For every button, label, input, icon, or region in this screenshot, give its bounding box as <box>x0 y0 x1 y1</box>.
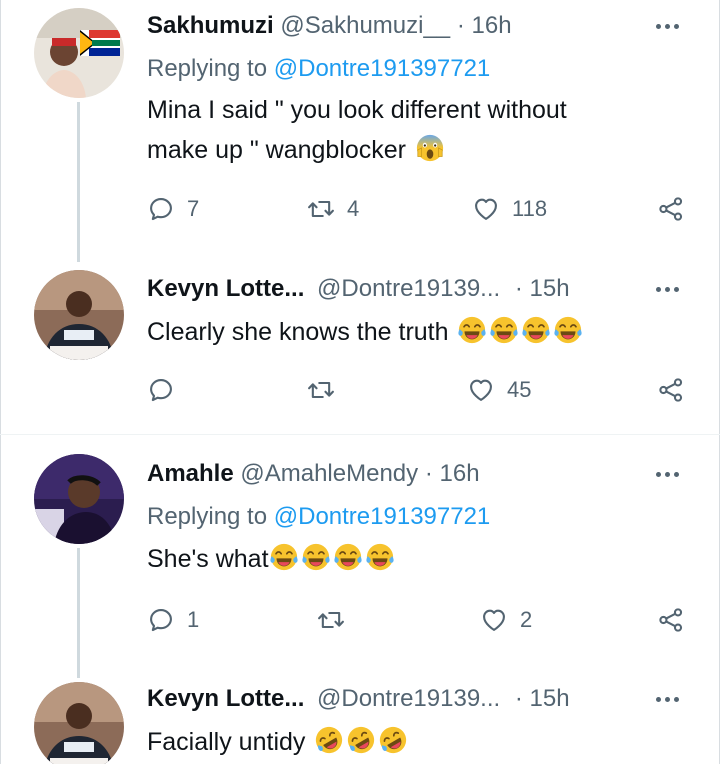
tweet-header: Sakhumuzi @Sakhumuzi__ · 16h <box>147 11 512 41</box>
timestamp[interactable]: 15h <box>530 275 570 302</box>
like-count: 2 <box>520 607 533 632</box>
share-button[interactable] <box>657 603 685 637</box>
display-name[interactable]: Amahle <box>147 460 234 487</box>
reply-icon <box>147 606 175 634</box>
mention-link[interactable]: @Dontre191397721 <box>274 55 491 82</box>
rolling-on-floor-laughing-emoji-icon <box>314 725 344 755</box>
like-button[interactable]: 2 <box>480 603 532 637</box>
separator: · <box>424 460 433 487</box>
retweet-button[interactable]: 4 <box>307 192 359 226</box>
tweet-sakhumuzi[interactable]: Sakhumuzi @Sakhumuzi__ · 16h Replying to… <box>0 0 720 262</box>
share-icon <box>657 606 685 634</box>
reply-button[interactable] <box>147 373 187 407</box>
timestamp[interactable]: 16h <box>440 460 480 487</box>
share-button[interactable] <box>657 192 685 226</box>
reply-count: 7 <box>187 196 200 221</box>
reply-icon <box>147 376 175 404</box>
timestamp[interactable]: 15h <box>530 685 570 712</box>
avatar[interactable] <box>34 270 124 360</box>
action-bar: 7 4 118 <box>147 192 692 226</box>
avatar[interactable] <box>34 8 124 98</box>
rolling-on-floor-laughing-emoji-icon <box>346 725 376 755</box>
retweet-icon <box>317 606 345 634</box>
tweet-text-line: Clearly she knows the truth <box>147 318 449 346</box>
handle[interactable]: @AmahleMendy <box>240 460 418 487</box>
action-bar: 45 <box>147 373 692 407</box>
reply-button[interactable]: 7 <box>147 192 199 226</box>
separator: · <box>456 12 465 39</box>
separator: · <box>514 275 523 302</box>
tears-of-joy-emoji-icon <box>365 542 395 572</box>
reply-icon <box>147 195 175 223</box>
tears-of-joy-emoji-icon <box>489 315 519 345</box>
tears-of-joy-emoji-icon <box>269 542 299 572</box>
replying-label: Replying to <box>147 55 268 82</box>
retweet-icon <box>307 376 335 404</box>
tweet-kevyn-reply-2[interactable]: Kevyn Lotte... @Dontre19139... · 15h Fac… <box>0 674 720 764</box>
thread-line <box>77 102 80 262</box>
face-screaming-in-fear-emoji-icon <box>415 133 445 163</box>
handle[interactable]: @Dontre19139... <box>317 685 500 712</box>
more-icon[interactable] <box>656 12 686 42</box>
tears-of-joy-emoji-icon <box>301 542 331 572</box>
tweet-header: Kevyn Lotte... @Dontre19139... · 15h <box>147 684 570 714</box>
tears-of-joy-emoji-icon <box>553 315 583 345</box>
separator: · <box>514 685 523 712</box>
tweet-text-line: Mina I said " you look different without <box>147 96 567 124</box>
tweet-text: Mina I said " you look different without… <box>147 90 667 170</box>
timestamp[interactable]: 16h <box>472 12 512 39</box>
tears-of-joy-emoji-icon <box>333 542 363 572</box>
share-icon <box>657 195 685 223</box>
heart-icon <box>472 195 500 223</box>
tweet-text-line: She's what <box>147 545 269 573</box>
more-icon[interactable] <box>656 685 686 715</box>
display-name[interactable]: Kevyn Lotte... <box>147 275 304 302</box>
tweet-divider <box>0 434 720 435</box>
tweet-text-line: make up " wangblocker <box>147 136 407 164</box>
heart-icon <box>480 606 508 634</box>
handle[interactable]: @Dontre19139... <box>317 275 500 302</box>
tears-of-joy-emoji-icon <box>457 315 487 345</box>
tweet-text: Clearly she knows the truth <box>147 312 667 352</box>
tweet-text: Facially untidy <box>147 722 667 762</box>
share-button[interactable] <box>657 373 685 407</box>
heart-icon <box>467 376 495 404</box>
like-button[interactable]: 45 <box>467 373 531 407</box>
replying-to: Replying to @Dontre191397721 <box>147 54 490 84</box>
retweet-icon <box>307 195 335 223</box>
tweet-text: She's what <box>147 539 667 579</box>
tweet-text-line: Facially untidy <box>147 728 306 756</box>
more-icon[interactable] <box>656 460 686 490</box>
tears-of-joy-emoji-icon <box>521 315 551 345</box>
replying-to: Replying to @Dontre191397721 <box>147 502 490 532</box>
tweet-header: Amahle @AmahleMendy · 16h <box>147 459 480 489</box>
thread-line <box>77 548 80 678</box>
share-icon <box>657 376 685 404</box>
retweet-button[interactable] <box>317 603 357 637</box>
handle[interactable]: @Sakhumuzi__ <box>280 12 450 39</box>
more-icon[interactable] <box>656 275 686 305</box>
avatar[interactable] <box>34 682 124 764</box>
replying-label: Replying to <box>147 503 268 530</box>
tweet-amahle[interactable]: Amahle @AmahleMendy · 16h Replying to @D… <box>0 444 720 678</box>
like-count: 118 <box>512 196 548 221</box>
display-name[interactable]: Sakhumuzi <box>147 12 274 39</box>
tweet-header: Kevyn Lotte... @Dontre19139... · 15h <box>147 274 570 304</box>
reply-count: 1 <box>187 607 200 632</box>
reply-button[interactable]: 1 <box>147 603 199 637</box>
mention-link[interactable]: @Dontre191397721 <box>274 503 491 530</box>
avatar[interactable] <box>34 454 124 544</box>
rolling-on-floor-laughing-emoji-icon <box>378 725 408 755</box>
action-bar: 1 2 <box>147 603 692 637</box>
display-name[interactable]: Kevyn Lotte... <box>147 685 304 712</box>
like-button[interactable]: 118 <box>472 192 547 226</box>
like-count: 45 <box>507 377 532 402</box>
tweet-kevyn-reply[interactable]: Kevyn Lotte... @Dontre19139... · 15h Cle… <box>0 262 720 434</box>
retweet-count: 4 <box>347 196 360 221</box>
retweet-button[interactable] <box>307 373 347 407</box>
